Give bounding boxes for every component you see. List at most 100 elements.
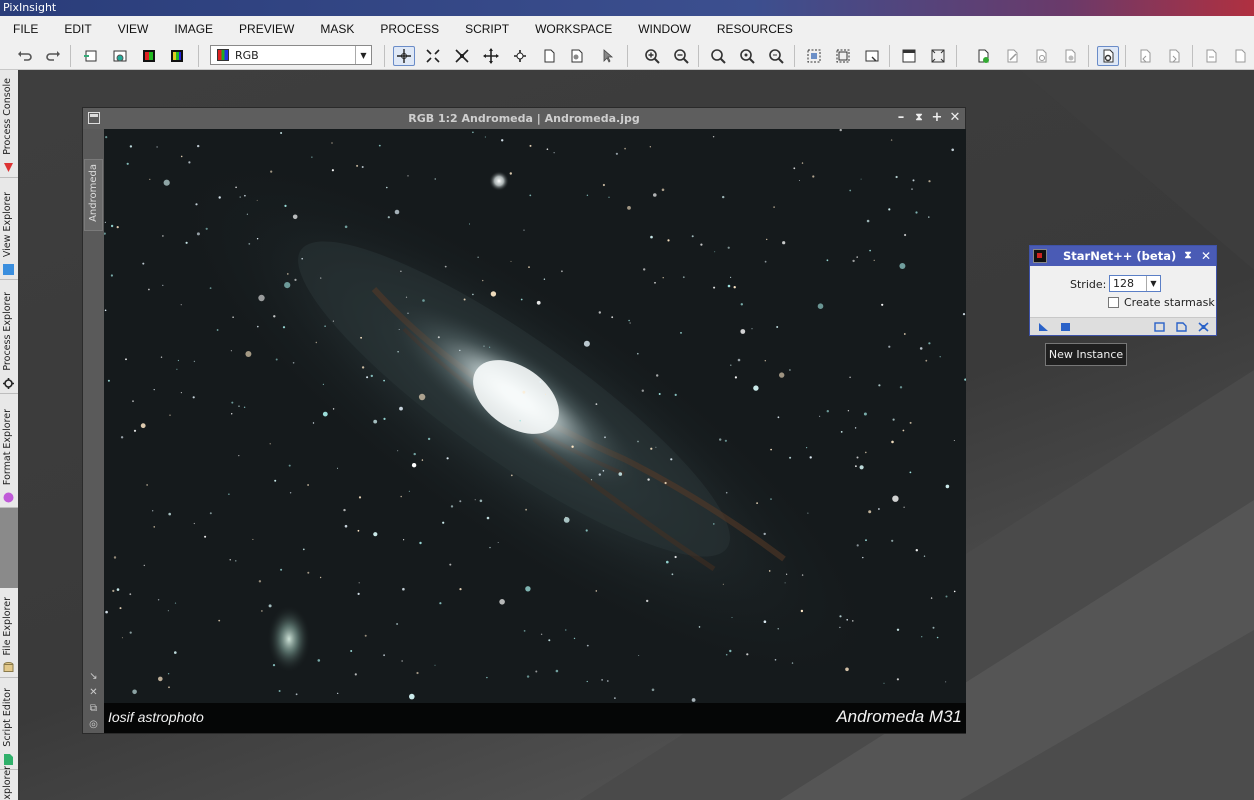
fit-view-icon[interactable] <box>451 46 473 66</box>
dock-tab-format-explorer[interactable]: Format Explorer <box>0 394 18 508</box>
maximize-icon[interactable]: + <box>930 111 944 125</box>
zoom-fit-icon[interactable] <box>422 46 444 66</box>
image-canvas[interactable]: Iosif astrophoto Andromeda M31 <box>104 129 966 733</box>
project-save-icon[interactable] <box>1229 46 1251 66</box>
starnet-panel[interactable]: StarNet++ (beta) ⧗ ✕ Stride: 128 ▼ Creat… <box>1029 245 1217 336</box>
browse-documentation-icon[interactable] <box>1154 322 1165 332</box>
menu-image[interactable]: IMAGE <box>161 16 226 42</box>
menu-window[interactable]: WINDOW <box>625 16 704 42</box>
chevron-down-icon[interactable]: ▼ <box>355 46 371 64</box>
image-channels-icon[interactable] <box>166 46 188 66</box>
dock-tab-explorer[interactable]: xplorer <box>0 766 18 800</box>
star <box>354 673 357 676</box>
process-new-icon[interactable] <box>972 46 994 66</box>
channel-select[interactable]: RGB ▼ <box>210 45 372 65</box>
pan-mode-icon[interactable] <box>480 46 502 66</box>
process-edit-icon[interactable] <box>1001 46 1023 66</box>
move-icon[interactable] <box>509 46 531 66</box>
star <box>510 474 513 477</box>
image-window[interactable]: RGB 1:2 Andromeda | Andromeda.jpg – ⧗ + … <box>82 107 966 734</box>
tooltip-text: New Instance <box>1048 348 1124 361</box>
image-window-titlebar[interactable]: RGB 1:2 Andromeda | Andromeda.jpg – ⧗ + … <box>83 108 965 129</box>
menu-edit[interactable]: EDIT <box>51 16 104 42</box>
star <box>168 512 171 516</box>
shade-icon[interactable]: ⧗ <box>1181 249 1195 263</box>
menu-resources[interactable]: RESOURCES <box>704 16 806 42</box>
star <box>230 350 232 352</box>
zoom-in-icon[interactable] <box>641 46 663 66</box>
menu-workspace[interactable]: WORKSPACE <box>522 16 625 42</box>
reset-icon[interactable] <box>1176 322 1187 332</box>
close-icon[interactable]: ✕ <box>948 111 962 125</box>
star <box>472 131 474 134</box>
process-icon-active[interactable] <box>1097 46 1119 66</box>
dock-tab-process-explorer[interactable]: Process Explorer <box>0 280 18 394</box>
star <box>268 604 272 608</box>
star <box>383 654 385 657</box>
star <box>789 456 792 459</box>
star <box>120 436 124 439</box>
star <box>890 139 893 141</box>
new-instance-icon[interactable] <box>1038 322 1049 332</box>
star <box>489 346 491 348</box>
star <box>727 284 731 288</box>
apply-global-icon[interactable] <box>1060 322 1071 332</box>
view-fit-icon[interactable]: ✕ <box>88 687 99 698</box>
menu-preview[interactable]: PREVIEW <box>226 16 307 42</box>
star <box>157 599 160 601</box>
image-color-icon[interactable] <box>138 46 160 66</box>
open-image-icon[interactable] <box>109 46 131 66</box>
dock-tab-view-explorer[interactable]: View Explorer <box>0 178 18 280</box>
menu-mask[interactable]: MASK <box>307 16 367 42</box>
preview-page-icon[interactable] <box>566 46 588 66</box>
readout-mode-icon[interactable] <box>393 46 415 66</box>
page-icon[interactable] <box>538 46 560 66</box>
shade-icon[interactable]: ⧗ <box>912 111 926 125</box>
starnet-titlebar[interactable]: StarNet++ (beta) ⧗ ✕ <box>1030 246 1216 266</box>
dock-tab-script-editor[interactable]: Script Editor <box>0 678 18 770</box>
dock-tab-process-console[interactable]: Process Console <box>0 70 18 178</box>
view-tab-andromeda[interactable]: Andromeda <box>84 159 103 231</box>
star <box>479 499 483 503</box>
zoom-1-4-icon[interactable] <box>765 46 787 66</box>
redo-icon[interactable] <box>42 46 64 66</box>
window-menu-icon[interactable] <box>88 112 100 124</box>
dock-tab-file-explorer[interactable]: File Explorer <box>0 588 18 678</box>
star <box>680 332 682 334</box>
star <box>257 325 259 328</box>
view-arrow-icon[interactable]: ↘ <box>88 671 99 682</box>
fit-window-icon[interactable] <box>803 46 825 66</box>
create-starmask-checkbox[interactable] <box>1108 297 1119 308</box>
view-clone-icon[interactable]: ⧉ <box>88 703 99 714</box>
star <box>197 144 200 148</box>
menu-script[interactable]: SCRIPT <box>452 16 522 42</box>
window-resize-icon[interactable] <box>861 46 883 66</box>
history-back-icon[interactable] <box>1134 46 1156 66</box>
zoom-out-icon[interactable] <box>670 46 692 66</box>
maximize-window-icon[interactable] <box>927 46 949 66</box>
chevron-down-icon[interactable]: ▼ <box>1146 276 1160 291</box>
zoom-1-1-icon[interactable] <box>707 46 729 66</box>
minimize-icon[interactable]: – <box>894 111 908 125</box>
fit-view-size-icon[interactable] <box>832 46 854 66</box>
star <box>601 679 603 681</box>
menu-process[interactable]: PROCESS <box>367 16 452 42</box>
star <box>945 595 948 598</box>
process-browse-icon[interactable] <box>1030 46 1052 66</box>
stride-select[interactable]: 128 ▼ <box>1109 275 1161 292</box>
star <box>295 693 298 696</box>
new-image-icon[interactable] <box>80 46 102 66</box>
close-icon[interactable]: ✕ <box>1199 249 1213 263</box>
zoom-1-2-icon[interactable] <box>736 46 758 66</box>
expand-icon[interactable] <box>1198 322 1209 332</box>
process-apply-icon[interactable] <box>1059 46 1081 66</box>
menu-file[interactable]: FILE <box>0 16 51 42</box>
menu-view[interactable]: VIEW <box>105 16 162 42</box>
pointer-icon[interactable] <box>596 46 618 66</box>
project-icon[interactable] <box>1200 46 1222 66</box>
undo-icon[interactable] <box>14 46 36 66</box>
history-forward-icon[interactable] <box>1163 46 1185 66</box>
view-target-icon[interactable]: ◎ <box>88 719 99 730</box>
window-icon[interactable] <box>898 46 920 66</box>
star <box>129 631 132 634</box>
